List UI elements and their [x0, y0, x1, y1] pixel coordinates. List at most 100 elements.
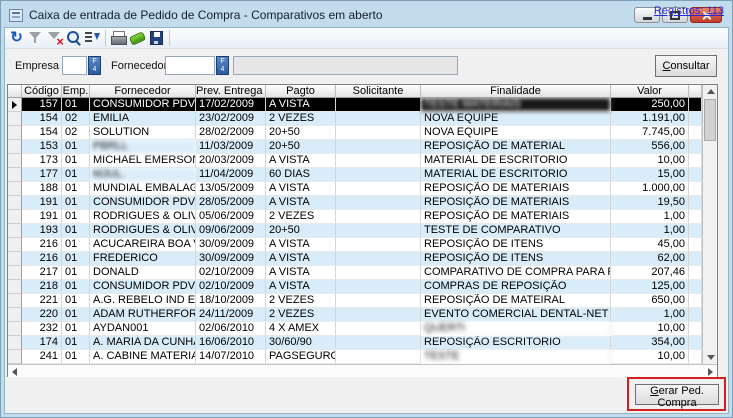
cell-finalidade[interactable]: MATERIAL DE ESCRITORIO — [421, 154, 611, 168]
cell-codigo[interactable]: 173 — [22, 154, 62, 168]
cell-finalidade[interactable]: COMPRAS DE REPOSIÇÃO — [421, 280, 611, 294]
table-row[interactable]: 17701MJUL.11/04/200960 DIASMATERIAL DE E… — [8, 168, 702, 182]
cell-solicitante[interactable] — [336, 308, 421, 322]
cell-pagto[interactable]: 30/60/90 — [266, 336, 336, 350]
cell-codigo[interactable]: 220 — [22, 308, 62, 322]
cell-finalidade[interactable]: REPOSIÇÃO DE MATERIAIS — [421, 210, 611, 224]
cell-fornecedor[interactable]: PBRLL — [90, 140, 196, 154]
cell-prev[interactable]: 17/02/2009 — [196, 98, 266, 112]
row-selector[interactable] — [8, 112, 22, 126]
cell-prev[interactable]: 11/04/2009 — [196, 168, 266, 182]
cell-valor[interactable]: 19,50 — [611, 196, 689, 210]
table-row[interactable]: 22101A.G. REBELO IND E CO18/10/20092 VEZ… — [8, 294, 702, 308]
cell-pagto[interactable]: A VISTA — [266, 98, 336, 112]
vertical-scroll-thumb[interactable] — [704, 99, 716, 141]
cell-solicitante[interactable] — [336, 126, 421, 140]
cell-codigo[interactable]: 154 — [22, 112, 62, 126]
cell-solicitante[interactable] — [336, 154, 421, 168]
cell-finalidade[interactable]: TESTE MATERIAIS — [421, 98, 611, 112]
cell-solicitante[interactable] — [336, 168, 421, 182]
column-header-valor[interactable]: Valor — [611, 85, 689, 98]
cell-solicitante[interactable] — [336, 336, 421, 350]
table-row[interactable]: 21601FREDERICO30/09/2009A VISTAREPOSIÇÃO… — [8, 252, 702, 266]
vertical-scrollbar[interactable] — [702, 85, 717, 364]
cell-prev[interactable]: 02/10/2009 — [196, 280, 266, 294]
cell-valor[interactable]: 250,00 — [611, 98, 689, 112]
cell-fornecedor[interactable]: CONSUMIDOR PDV — [90, 98, 196, 112]
cell-emp[interactable]: 01 — [62, 140, 90, 154]
table-row[interactable]: 15402EMILIA23/02/20092 VEZESNOVA EQUIPE1… — [8, 112, 702, 126]
cell-pagto[interactable]: A VISTA — [266, 280, 336, 294]
cell-valor[interactable]: 650,00 — [611, 294, 689, 308]
cell-valor[interactable]: 45,00 — [611, 238, 689, 252]
column-header-pagto[interactable]: Pagto — [266, 85, 336, 98]
cell-emp[interactable]: 02 — [62, 126, 90, 140]
cell-fornecedor[interactable]: MJUL. — [90, 168, 196, 182]
cell-codigo[interactable]: 174 — [22, 336, 62, 350]
cell-emp[interactable]: 01 — [62, 196, 90, 210]
cell-valor[interactable]: 7.745,00 — [611, 126, 689, 140]
cell-solicitante[interactable] — [336, 210, 421, 224]
cell-emp[interactable]: 01 — [62, 238, 90, 252]
cell-finalidade[interactable]: REPOSIÇÃO DE MATERIAIS — [421, 196, 611, 210]
cell-valor[interactable]: 1,00 — [611, 210, 689, 224]
search-icon[interactable] — [64, 29, 83, 47]
row-selector[interactable] — [8, 210, 22, 224]
column-header-finalidade[interactable]: Finalidade — [421, 85, 611, 98]
row-selector[interactable] — [8, 154, 22, 168]
row-selector[interactable] — [8, 238, 22, 252]
cell-finalidade[interactable]: REPOSIÇÃO DE ITENS — [421, 238, 611, 252]
cell-pagto[interactable]: 20+50 — [266, 224, 336, 238]
column-header-codigo[interactable]: Código — [22, 85, 62, 98]
cell-emp[interactable]: 01 — [62, 294, 90, 308]
cell-codigo[interactable]: 188 — [22, 182, 62, 196]
cell-pagto[interactable]: A VISTA — [266, 266, 336, 280]
table-row[interactable]: 24101A. CABINE MATERIAIS14/07/2010PAGSEG… — [8, 350, 702, 364]
cell-fornecedor[interactable]: MICHAEL EMERSON — [90, 154, 196, 168]
cell-finalidade[interactable]: REPOSIÇÃO DE ITENS — [421, 252, 611, 266]
cell-valor[interactable]: 1.000,00 — [611, 182, 689, 196]
cell-pagto[interactable]: 20+50 — [266, 126, 336, 140]
cell-solicitante[interactable] — [336, 112, 421, 126]
cell-prev[interactable]: 24/11/2009 — [196, 308, 266, 322]
cell-prev[interactable]: 11/03/2009 — [196, 140, 266, 154]
table-row[interactable]: 18801MUNDIAL EMBALAGENS E13/05/2009A VIS… — [8, 182, 702, 196]
column-header-fornecedor[interactable]: Fornecedor — [90, 85, 196, 98]
row-selector[interactable] — [8, 224, 22, 238]
cell-finalidade[interactable]: REPOSIÇÃO DE MATERIAIS — [421, 182, 611, 196]
cell-fornecedor[interactable]: FREDERICO — [90, 252, 196, 266]
cell-emp[interactable]: 01 — [62, 280, 90, 294]
cell-fornecedor[interactable]: EMILIA — [90, 112, 196, 126]
cell-fornecedor[interactable]: ACUCAREIRA BOA VISTA — [90, 238, 196, 252]
fornecedor-lookup-button[interactable]: F 4 — [216, 56, 229, 75]
cell-codigo[interactable]: 232 — [22, 322, 62, 336]
row-selector[interactable] — [8, 280, 22, 294]
cell-fornecedor[interactable]: A. MARIA DA CUNHA - — [90, 336, 196, 350]
cell-codigo[interactable]: 221 — [22, 294, 62, 308]
cell-prev[interactable]: 23/02/2009 — [196, 112, 266, 126]
cell-pagto[interactable]: A VISTA — [266, 154, 336, 168]
registros-link[interactable]: Registros: 113 — [654, 5, 724, 17]
cell-finalidade[interactable]: QUERTI — [421, 322, 611, 336]
table-row[interactable]: 21701DONALD02/10/2009A VISTACOMPARATIVO … — [8, 266, 702, 280]
cell-pagto[interactable]: A VISTA — [266, 252, 336, 266]
cell-prev[interactable]: 30/09/2009 — [196, 238, 266, 252]
cell-emp[interactable]: 01 — [62, 308, 90, 322]
cell-emp[interactable]: 01 — [62, 224, 90, 238]
cell-emp[interactable]: 01 — [62, 266, 90, 280]
row-selector[interactable] — [8, 182, 22, 196]
cell-fornecedor[interactable]: CONSUMIDOR PDV — [90, 280, 196, 294]
cell-finalidade[interactable]: REPOSIÇÃO ESCRITORIO — [421, 336, 611, 350]
title-bar[interactable]: Caixa de entrada de Pedido de Compra - C… — [5, 5, 728, 25]
cell-solicitante[interactable] — [336, 252, 421, 266]
cell-codigo[interactable]: 191 — [22, 210, 62, 224]
cell-fornecedor[interactable]: AYDAN001 — [90, 322, 196, 336]
cell-solicitante[interactable] — [336, 238, 421, 252]
table-row[interactable]: 21601ACUCAREIRA BOA VISTA30/09/2009A VIS… — [8, 238, 702, 252]
cell-codigo[interactable]: 154 — [22, 126, 62, 140]
cell-valor[interactable]: 10,00 — [611, 350, 689, 364]
cell-fornecedor[interactable]: CONSUMIDOR PDV — [90, 196, 196, 210]
print-icon[interactable] — [109, 29, 128, 47]
cell-finalidade[interactable]: MATERIAL DE ESCRITORIO — [421, 168, 611, 182]
cell-solicitante[interactable] — [336, 294, 421, 308]
